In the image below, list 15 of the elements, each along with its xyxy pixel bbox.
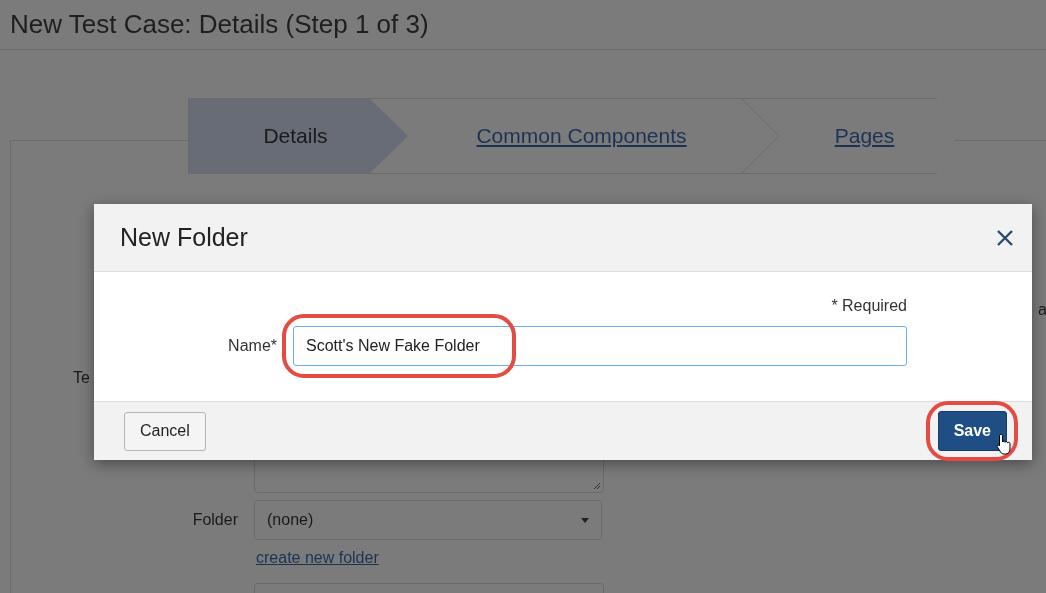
required-note: * Required — [831, 297, 907, 315]
field-label: Name* — [227, 337, 277, 355]
field-label: Te — [73, 369, 90, 387]
cancel-button[interactable]: Cancel — [124, 411, 206, 451]
create-folder-link[interactable]: create new folder — [256, 549, 379, 567]
folder-select[interactable]: (none) — [254, 500, 602, 540]
page-title: New Test Case: Details (Step 1 of 3) — [10, 9, 429, 40]
dialog-title: New Folder — [120, 223, 248, 252]
wizard-step[interactable]: Details — [189, 99, 408, 173]
field-label: Folder — [191, 511, 238, 529]
save-button[interactable]: Save — [937, 411, 1007, 451]
caret-icon — [581, 517, 589, 523]
resize-grip-icon — [593, 482, 601, 490]
name-field[interactable]: Scott's New Fake Folder — [293, 326, 907, 366]
hand-cursor-icon — [995, 433, 1012, 455]
